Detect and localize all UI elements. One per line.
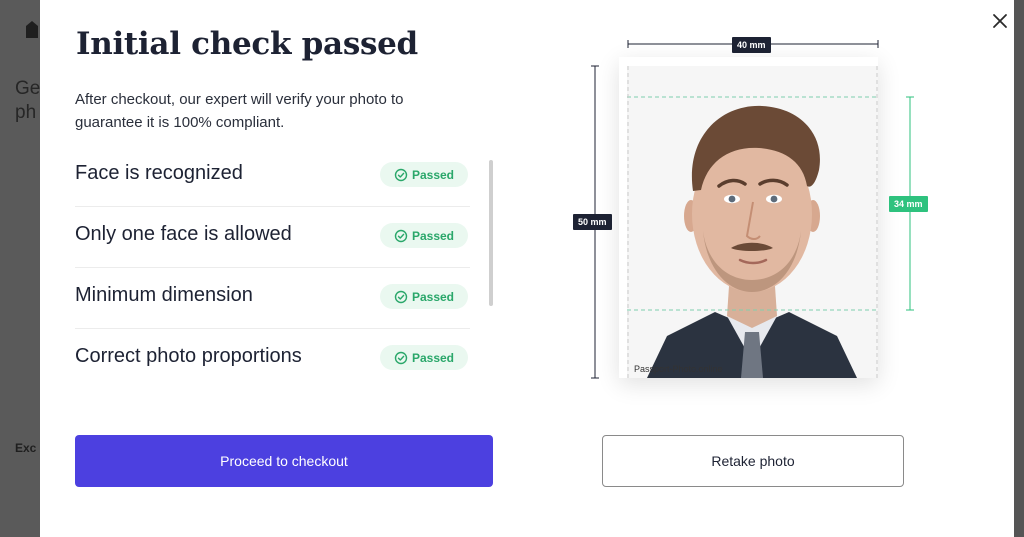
logo-icon <box>26 21 38 38</box>
retake-photo-button[interactable]: Retake photo <box>602 435 904 487</box>
status-badge-label: Passed <box>411 167 455 182</box>
status-badge-label: Passed <box>411 289 455 304</box>
photo-preview-card <box>619 57 878 378</box>
check-circle-icon <box>394 290 408 303</box>
check-item: Only one face is allowed Passed <box>75 207 470 268</box>
check-label: Minimum dimension <box>75 284 253 306</box>
check-item: Face is recognized Passed <box>75 146 470 207</box>
status-badge: Passed <box>380 162 468 187</box>
close-icon[interactable] <box>991 12 1009 30</box>
width-dimension-label: 40 mm <box>732 37 771 53</box>
checks-list: Face is recognized Passed Only one face … <box>75 146 470 390</box>
proceed-to-checkout-button[interactable]: Proceed to checkout <box>75 435 493 487</box>
modal-subtitle: After checkout, our expert will verify y… <box>75 91 404 131</box>
check-circle-icon <box>394 351 408 364</box>
background-heading: Ge ph <box>15 78 41 123</box>
passport-photo <box>627 66 878 378</box>
check-item: Minimum dimension Passed <box>75 268 470 329</box>
check-result-modal: Initial check passed After checkout, our… <box>40 0 1014 537</box>
status-badge: Passed <box>380 284 468 309</box>
check-circle-icon <box>394 229 408 242</box>
background-footer-text: Exc <box>15 441 37 455</box>
photo-watermark: Passport-Photo.online <box>634 364 723 374</box>
status-badge-label: Passed <box>411 350 455 365</box>
check-circle-icon <box>394 168 408 181</box>
modal-title: Initial check passed <box>76 26 418 62</box>
check-label: Correct photo proportions <box>75 345 302 367</box>
check-label: Only one face is allowed <box>75 223 292 245</box>
page-backdrop-right <box>1014 0 1024 537</box>
checks-scrollbar[interactable] <box>489 160 493 306</box>
check-item: Correct photo proportions Passed <box>75 329 470 390</box>
face-height-dimension-label: 34 mm <box>889 196 928 212</box>
portrait-image <box>627 66 878 378</box>
status-badge: Passed <box>380 345 468 370</box>
height-dimension-label: 50 mm <box>573 214 612 230</box>
status-badge-label: Passed <box>411 228 455 243</box>
status-badge: Passed <box>380 223 468 248</box>
check-label: Face is recognized <box>75 162 243 184</box>
